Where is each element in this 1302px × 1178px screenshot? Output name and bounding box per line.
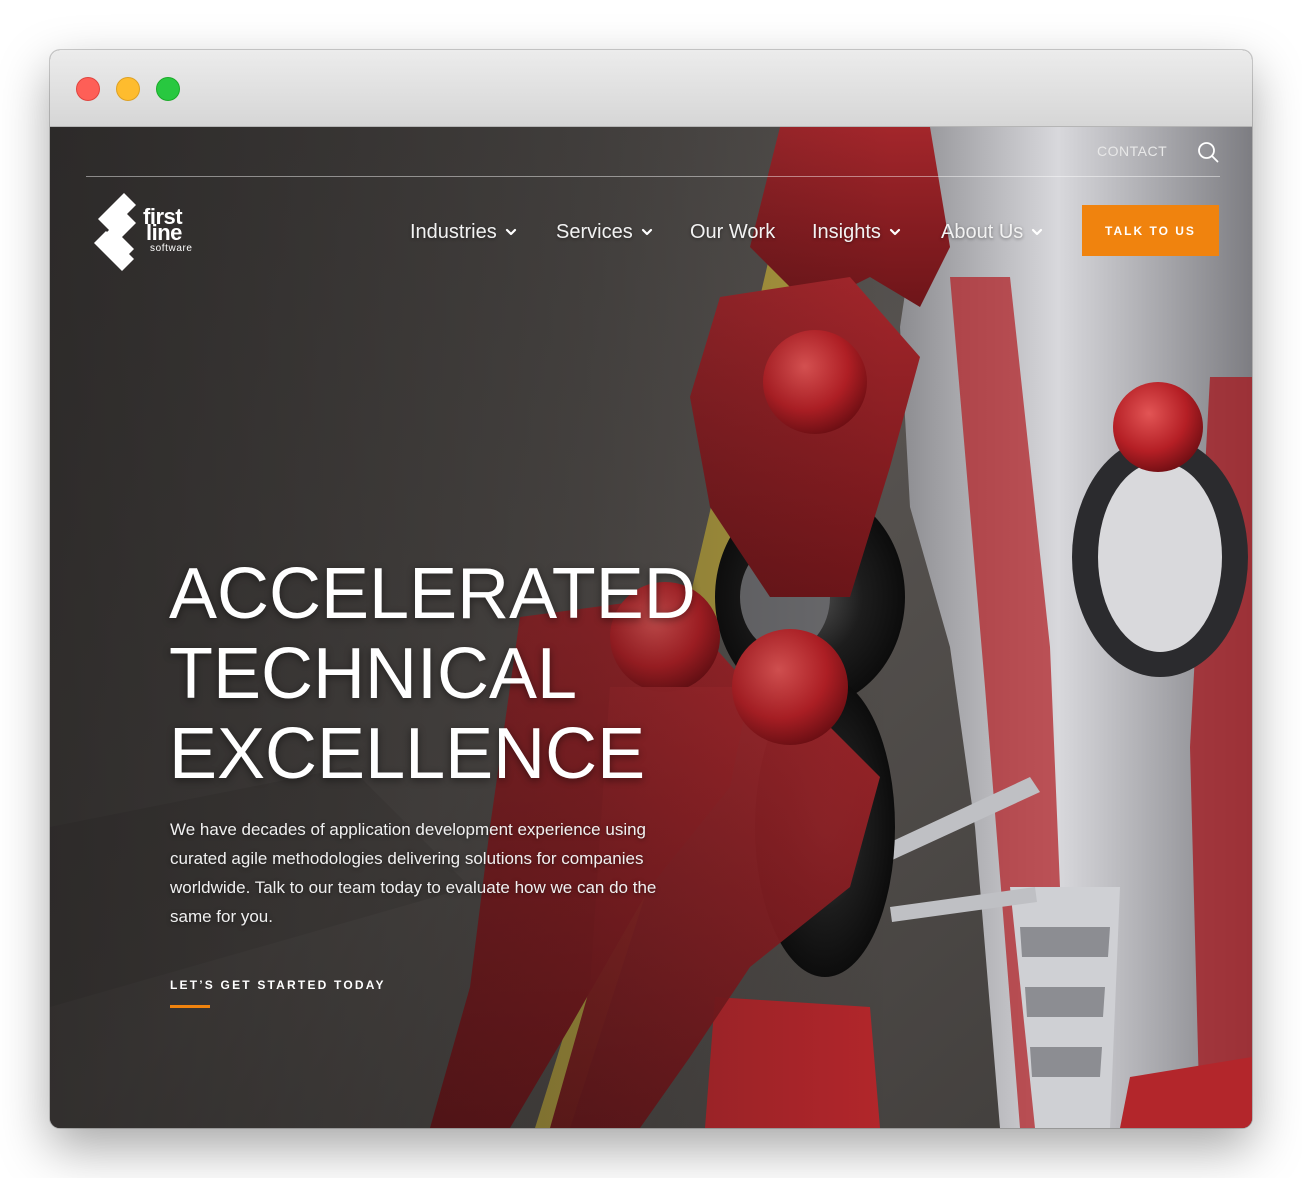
logo-word-line: line [146,220,182,245]
company-logo[interactable]: first line software [86,189,206,271]
page-viewport: CONTACT first line software Industries S… [50,127,1252,1128]
contact-link[interactable]: CONTACT [1097,143,1167,159]
headline-line: EXCELLENCE [169,714,646,794]
chevron-down-icon [889,228,901,236]
close-window-button[interactable] [76,77,100,101]
nav-item-insights[interactable]: Insights [812,218,901,246]
header-divider [86,176,1220,177]
headline-line: ACCELERATED [169,554,696,634]
nav-item-label: Services [556,220,633,243]
minimize-window-button[interactable] [116,77,140,101]
nav-item-label: Our Work [690,220,776,243]
nav-item-label: Insights [812,220,881,243]
logo-word-software: software [150,243,193,254]
chevron-down-icon [505,228,516,236]
browser-window: CONTACT first line software Industries S… [50,50,1252,1128]
search-icon[interactable] [1197,141,1219,163]
hero-lead-text: We have decades of application developme… [170,820,657,926]
nav-item-label: Industries [410,220,497,243]
maximize-window-button[interactable] [156,77,180,101]
screen: CONTACT first line software Industries S… [0,0,1302,1178]
nav-item-services[interactable]: Services [556,218,653,246]
get-started-underline [170,1005,210,1008]
nav-item-industries[interactable]: Industries [410,218,517,246]
window-titlebar [50,50,1252,127]
get-started-link[interactable]: LET’S GET STARTED TODAY [170,978,386,992]
hero-headline: ACCELERATED TECHNICAL EXCELLENCE [169,554,729,794]
nav-item-about-us[interactable]: About Us [941,218,1043,246]
headline-line: TECHNICAL [169,634,578,714]
nav-item-our-work[interactable]: Our Work [690,218,775,246]
logo-mark-icon [86,193,136,271]
chevron-down-icon [641,228,652,236]
nav-item-label: About Us [941,220,1024,243]
chevron-down-icon [1032,228,1043,236]
talk-to-us-button[interactable]: TALK TO US [1082,205,1219,256]
